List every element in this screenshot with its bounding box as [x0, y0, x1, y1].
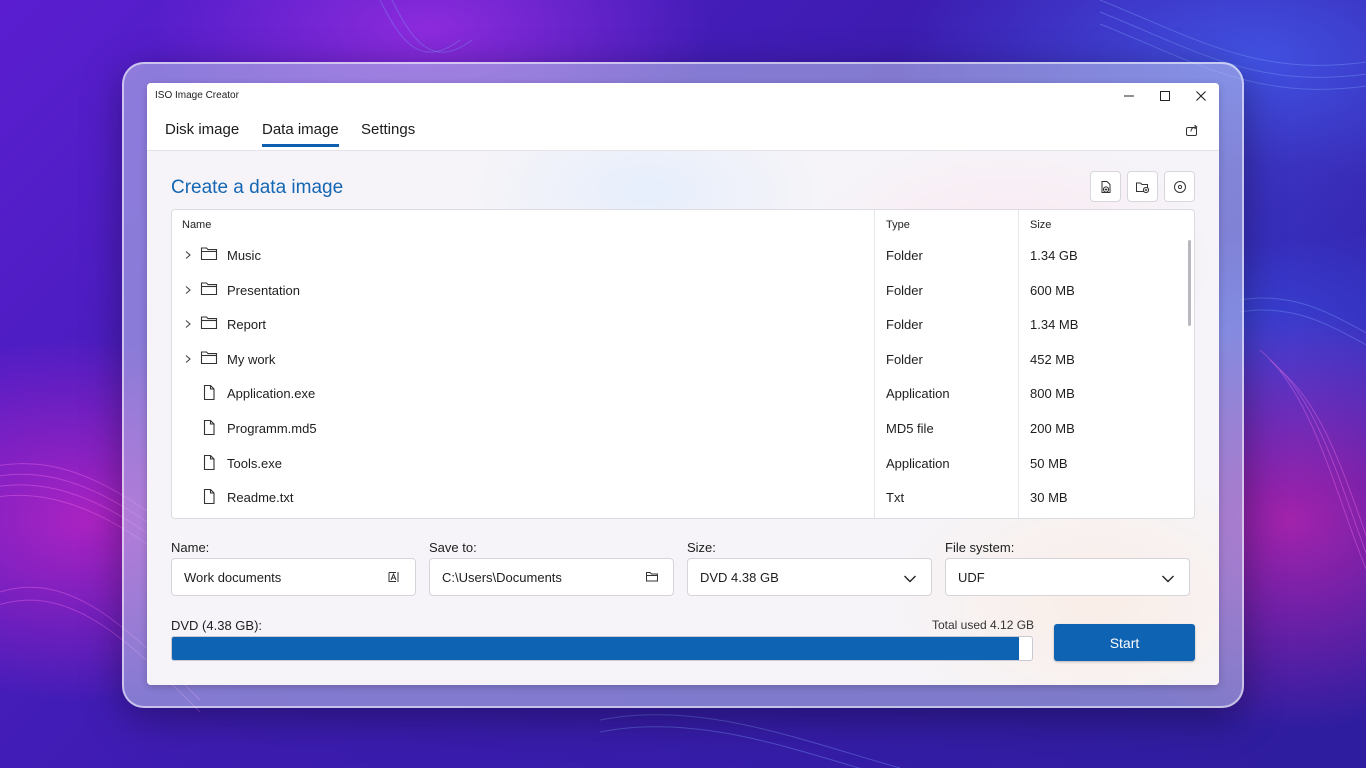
row-name: Application.exe — [227, 386, 316, 402]
file-system-value: UDF — [958, 570, 985, 585]
close-button[interactable] — [1183, 83, 1219, 109]
main-content: Create a data image Name Type Size Music… — [147, 151, 1219, 685]
table-row[interactable]: Presentation Folder 600 MB — [172, 273, 1192, 307]
file-icon — [200, 488, 218, 508]
tab-settings[interactable]: Settings — [361, 121, 415, 144]
minimize-button[interactable] — [1111, 83, 1147, 109]
column-header-size[interactable]: Size — [1030, 219, 1051, 231]
burn-disc-button[interactable] — [1164, 171, 1195, 202]
file-system-label: File system: — [945, 540, 1015, 555]
close-icon — [1196, 91, 1206, 101]
browse-folder-button[interactable] — [645, 570, 659, 586]
row-name: Report — [227, 317, 267, 333]
table-row[interactable]: My work Folder 452 MB — [172, 342, 1192, 376]
minimize-icon — [1124, 95, 1134, 97]
row-size: 600 MB — [1030, 282, 1075, 298]
row-name: Readme.txt — [227, 490, 294, 506]
row-type: Folder — [886, 351, 923, 367]
row-size: 1.34 GB — [1030, 248, 1078, 263]
app-window: ISO Image Creator Disk image Data image … — [147, 83, 1219, 685]
chevron-down-icon — [903, 572, 917, 587]
chevron-right-icon[interactable] — [184, 283, 192, 298]
add-folder-icon — [1136, 182, 1150, 193]
row-type: Application — [886, 455, 950, 471]
disc-icon — [1173, 180, 1186, 193]
table-row[interactable]: Programm.md5 MD5 file 200 MB — [172, 411, 1192, 445]
tab-bar: Disk image Data image Settings — [147, 109, 1219, 151]
row-name: Programm.md5 — [227, 421, 317, 436]
share-icon — [1186, 124, 1198, 136]
row-type: Txt — [886, 490, 905, 506]
save-to-value: C:\Users\Documents — [442, 570, 562, 585]
row-name: Music — [227, 248, 261, 263]
chevron-right-icon[interactable] — [184, 248, 192, 263]
row-size: 200 MB — [1030, 421, 1075, 436]
row-type: Folder — [886, 282, 923, 298]
folder-icon — [646, 572, 658, 582]
folder-icon — [200, 350, 218, 368]
window-controls — [1111, 83, 1219, 109]
row-size: 50 MB — [1030, 455, 1068, 471]
row-name: My work — [227, 351, 276, 367]
file-icon — [200, 454, 218, 474]
row-name: Presentation — [227, 282, 300, 298]
tab-data-image[interactable]: Data image — [262, 121, 339, 147]
name-label: Name: — [171, 540, 210, 555]
file-icon — [200, 419, 218, 439]
table-row[interactable]: Tools.exe Application 50 MB — [172, 446, 1192, 480]
file-system-dropdown[interactable]: UDF — [945, 558, 1190, 596]
name-field[interactable]: Work documents — [171, 558, 416, 596]
maximize-button[interactable] — [1147, 83, 1183, 109]
capacity-label: DVD (4.38 GB): — [171, 618, 263, 633]
total-used-text: Total used 4.12 GB — [932, 618, 1035, 632]
page-title: Create a data image — [171, 177, 344, 198]
row-type: MD5 file — [886, 421, 934, 436]
file-icon — [200, 384, 218, 404]
size-dropdown[interactable]: DVD 4.38 GB — [687, 558, 932, 596]
row-type: Folder — [886, 248, 923, 263]
row-type: Application — [886, 386, 950, 402]
table-scrollbar[interactable] — [1188, 240, 1191, 326]
row-size: 452 MB — [1030, 351, 1075, 367]
size-label: Size: — [687, 540, 716, 555]
folder-icon — [200, 315, 218, 333]
title-bar: ISO Image Creator — [147, 83, 1219, 109]
name-value: Work documents — [184, 570, 282, 585]
folder-icon — [200, 281, 218, 299]
toolbar — [1090, 171, 1195, 202]
table-row[interactable]: Readme.txt Txt 30 MB — [172, 480, 1192, 514]
start-button[interactable]: Start — [1054, 624, 1195, 661]
add-file-icon — [1101, 180, 1110, 193]
file-table: Name Type Size Music Folder 1.34 GB Present… — [171, 209, 1195, 519]
app-title: ISO Image Creator — [155, 90, 239, 101]
table-row[interactable]: Application.exe Application 800 MB — [172, 376, 1192, 410]
share-button[interactable] — [1185, 123, 1199, 142]
row-size: 800 MB — [1030, 386, 1075, 402]
table-row[interactable]: Report Folder 1.34 MB — [172, 307, 1192, 341]
chevron-right-icon[interactable] — [184, 352, 192, 367]
save-to-label: Save to: — [429, 540, 477, 555]
chevron-right-icon[interactable] — [184, 317, 192, 332]
table-row[interactable]: Music Folder 1.34 GB — [172, 238, 1192, 272]
row-size: 30 MB — [1030, 490, 1068, 506]
size-value: DVD 4.38 GB — [700, 570, 779, 585]
rename-button[interactable] — [387, 570, 401, 587]
rename-icon — [388, 572, 399, 582]
row-type: Folder — [886, 317, 923, 333]
add-folder-button[interactable] — [1127, 171, 1158, 202]
maximize-icon — [1160, 91, 1170, 101]
row-size: 1.34 MB — [1030, 317, 1079, 333]
add-file-button[interactable] — [1090, 171, 1121, 202]
row-name: Tools.exe — [227, 455, 282, 471]
folder-icon — [200, 246, 218, 264]
column-header-type[interactable]: Type — [886, 219, 910, 231]
tab-disk-image[interactable]: Disk image — [165, 121, 239, 144]
column-header-name[interactable]: Name — [182, 219, 211, 231]
capacity-progress-bar — [171, 636, 1033, 661]
save-to-field[interactable]: C:\Users\Documents — [429, 558, 674, 596]
chevron-down-icon — [1161, 572, 1175, 587]
capacity-progress-fill — [172, 637, 1020, 660]
